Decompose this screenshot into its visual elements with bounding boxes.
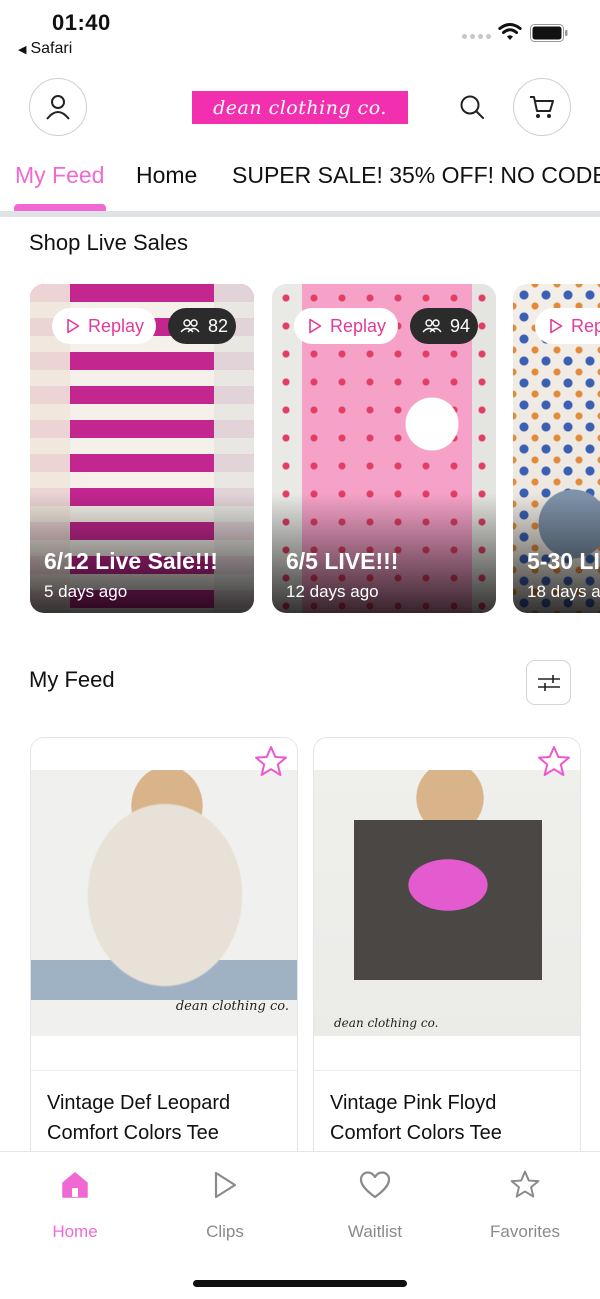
home-icon [58, 1168, 92, 1202]
back-arrow-icon: ◀ [18, 43, 27, 56]
watermark: dean clothing co. [334, 1016, 439, 1030]
product-title[interactable]: Vintage Def Leopard Comfort Colors Tee [47, 1088, 287, 1148]
live-sale-title: 5-30 LI [527, 548, 600, 574]
play-outline-icon [67, 318, 80, 334]
viewers-icon [180, 319, 200, 333]
tab-home[interactable]: Home [136, 162, 197, 189]
cart-icon [530, 96, 554, 118]
status-time: 01:40 [52, 10, 111, 35]
nav-label: Clips [206, 1222, 244, 1241]
product-card[interactable]: dean clothing co. Vintage Def Leopard Co… [30, 737, 298, 1167]
live-sale-card[interactable]: Replay 94 6/5 LIVE!!! 12 days ago [272, 284, 496, 613]
wifi-icon [498, 23, 522, 40]
live-sale-title: 6/5 LIVE!!! [286, 548, 399, 574]
brand-logo[interactable]: dean clothing co. [192, 91, 408, 124]
heart-icon [358, 1168, 392, 1202]
viewers-count: 94 [450, 315, 471, 336]
live-sale-age: 5 days ago [44, 582, 128, 601]
search-icon[interactable] [458, 93, 486, 121]
battery-icon [530, 24, 568, 42]
nav-label: Waitlist [347, 1222, 403, 1241]
replay-button[interactable]: Replay [52, 308, 156, 344]
live-sale-card[interactable]: Replay 82 6/12 Live Sale!!! 5 days ago [30, 284, 254, 613]
account-button[interactable] [29, 78, 87, 136]
tab-super-sale[interactable]: SUPER SALE! 35% OFF! NO CODE N [232, 162, 600, 189]
favorite-star-icon[interactable] [536, 744, 572, 780]
bottom-navigation: Home Clips Waitlist Favorites [0, 1151, 600, 1299]
tabs-divider [0, 211, 600, 217]
home-indicator [193, 1280, 407, 1287]
star-icon [508, 1168, 542, 1202]
live-sales-carousel[interactable]: Replay 82 6/12 Live Sale!!! 5 days ago R… [0, 284, 600, 614]
back-to-app-link[interactable]: ◀ Safari [18, 40, 72, 58]
viewers-badge: 94 [410, 308, 478, 344]
product-title[interactable]: Vintage Pink Floyd Comfort Colors Tee [330, 1088, 570, 1148]
nav-waitlist[interactable]: Waitlist [315, 1168, 435, 1242]
product-image: dean clothing co. [31, 770, 297, 1036]
nav-label: Home [52, 1222, 98, 1241]
user-icon [46, 95, 70, 120]
watermark: dean clothing co. [175, 999, 289, 1014]
product-card[interactable]: dean clothing co. Vintage Pink Floyd Com… [313, 737, 581, 1167]
replay-label: Replay [330, 315, 387, 336]
live-sale-card[interactable]: Rep 5-30 LI 18 days a [513, 284, 600, 613]
viewers-icon [422, 319, 442, 333]
play-outline-icon [309, 318, 322, 334]
category-tabs: My Feed Home SUPER SALE! 35% OFF! NO COD… [0, 158, 600, 214]
play-icon [208, 1168, 242, 1202]
product-image: dean clothing co. [314, 770, 580, 1036]
replay-button[interactable]: Rep [535, 308, 600, 344]
viewers-badge: 82 [168, 308, 236, 344]
back-app-label: Safari [30, 40, 73, 57]
status-bar: 01:40 ◀ Safari [0, 0, 600, 68]
live-sale-age: 18 days a [527, 582, 600, 601]
sliders-icon [537, 674, 560, 691]
cellular-signal-icon [462, 34, 491, 39]
nav-home[interactable]: Home [15, 1168, 135, 1242]
live-sale-age: 12 days ago [286, 582, 379, 601]
app-header: dean clothing co. [0, 78, 600, 138]
replay-button[interactable]: Replay [294, 308, 398, 344]
filter-button[interactable] [526, 660, 571, 705]
nav-favorites[interactable]: Favorites [465, 1168, 585, 1242]
live-sales-title: Shop Live Sales [29, 230, 188, 255]
tab-my-feed[interactable]: My Feed [15, 162, 104, 189]
replay-label: Replay [88, 315, 145, 336]
play-outline-icon [550, 318, 563, 334]
live-sale-title: 6/12 Live Sale!!! [44, 548, 218, 574]
replay-label: Rep [571, 315, 600, 336]
viewers-count: 82 [208, 315, 229, 336]
active-tab-indicator [14, 204, 106, 211]
cart-button[interactable] [513, 78, 571, 136]
feed-title: My Feed [29, 667, 115, 692]
nav-label: Favorites [490, 1222, 560, 1241]
favorite-star-icon[interactable] [253, 744, 289, 780]
nav-clips[interactable]: Clips [165, 1168, 285, 1242]
